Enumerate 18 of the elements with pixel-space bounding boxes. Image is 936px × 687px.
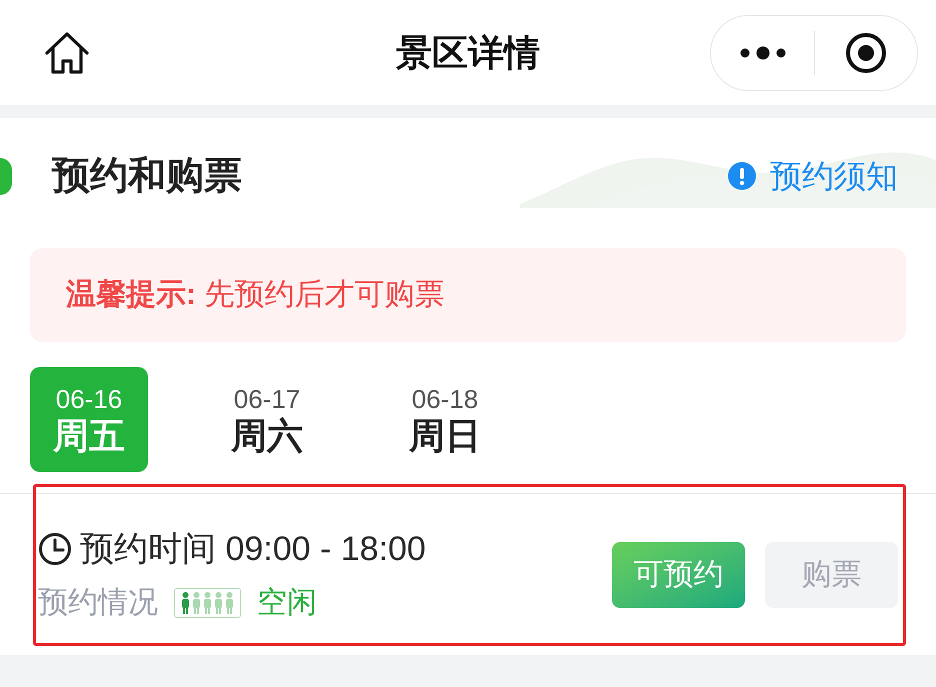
section-title: 预约和购票 (52, 157, 242, 195)
person-icon (225, 592, 234, 614)
more-icon (740, 46, 786, 60)
section-marker (0, 158, 12, 194)
person-icon (181, 592, 190, 614)
page-title: 景区详情 (396, 34, 540, 70)
date-tab[interactable]: 06-16 周五 (30, 367, 148, 472)
tip-text: 温馨提示: 先预约后才可购票 (66, 280, 444, 310)
reserve-button[interactable]: 可预约 (612, 542, 745, 608)
info-icon (728, 162, 756, 190)
crowd-status: 空闲 (257, 588, 317, 618)
slot-time: 预约时间 09:00 - 18:00 (80, 532, 426, 566)
person-icon (192, 592, 201, 614)
person-icon (203, 592, 212, 614)
status-label: 预约情况 (38, 588, 158, 618)
clock-icon (38, 532, 72, 566)
target-icon (844, 32, 887, 74)
person-icon (214, 592, 223, 614)
